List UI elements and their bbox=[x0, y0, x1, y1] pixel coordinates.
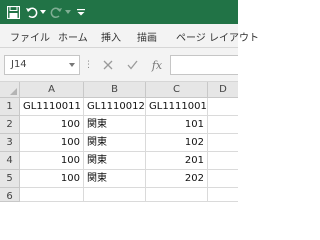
cell-b5[interactable]: 関東 bbox=[84, 170, 146, 188]
select-all-button[interactable] bbox=[0, 82, 20, 98]
redo-dropdown-icon bbox=[64, 4, 71, 20]
cell-b1[interactable]: GL1110012 bbox=[84, 98, 146, 116]
ribbon-tabs: ファイル ホーム 挿入 描画 ページ レイアウト bbox=[0, 24, 259, 48]
row-header[interactable]: 1 bbox=[0, 98, 20, 116]
column-header-a[interactable]: A bbox=[20, 82, 84, 98]
enter-checkmark-icon[interactable] bbox=[125, 58, 139, 72]
undo-icon[interactable] bbox=[24, 4, 38, 20]
name-box-value: J14 bbox=[11, 59, 27, 70]
tab-home[interactable]: ホーム bbox=[58, 29, 88, 44]
row-header[interactable]: 5 bbox=[0, 170, 20, 188]
cell-d1[interactable] bbox=[208, 98, 238, 116]
tab-draw[interactable]: 描画 bbox=[137, 29, 157, 44]
cell-a4[interactable]: 100 bbox=[20, 152, 84, 170]
chevron-down-icon[interactable] bbox=[69, 63, 75, 67]
cell-c6[interactable] bbox=[146, 188, 208, 202]
cell-a3[interactable]: 100 bbox=[20, 134, 84, 152]
cell-a6[interactable] bbox=[20, 188, 84, 202]
cell-c4[interactable]: 201 bbox=[146, 152, 208, 170]
row-header[interactable]: 4 bbox=[0, 152, 20, 170]
customize-quick-access-icon[interactable] bbox=[76, 4, 85, 20]
tab-insert[interactable]: 挿入 bbox=[101, 29, 121, 44]
cell-b6[interactable] bbox=[84, 188, 146, 202]
worksheet-grid: A B C D 1 GL1110011 GL1110012 GL1111001 … bbox=[0, 82, 238, 202]
cancel-icon[interactable] bbox=[101, 58, 115, 72]
cell-c2[interactable]: 101 bbox=[146, 116, 208, 134]
select-all-triangle-icon bbox=[10, 88, 17, 95]
row-header[interactable]: 2 bbox=[0, 116, 20, 134]
cell-c1[interactable]: GL1111001 bbox=[146, 98, 208, 116]
name-box[interactable]: J14 bbox=[4, 55, 80, 75]
cell-b3[interactable]: 関東 bbox=[84, 134, 146, 152]
tab-page-layout[interactable]: ページ レイアウト bbox=[176, 29, 259, 44]
redo-icon bbox=[49, 4, 63, 20]
formula-input[interactable] bbox=[170, 55, 238, 75]
cell-d4[interactable] bbox=[208, 152, 238, 170]
cell-a2[interactable]: 100 bbox=[20, 116, 84, 134]
cell-c5[interactable]: 202 bbox=[146, 170, 208, 188]
cell-b4[interactable]: 関東 bbox=[84, 152, 146, 170]
cell-d6[interactable] bbox=[208, 188, 238, 202]
formula-bar: J14 ⋮ fx bbox=[0, 48, 238, 82]
row-header[interactable]: 6 bbox=[0, 188, 20, 202]
cell-a5[interactable]: 100 bbox=[20, 170, 84, 188]
cell-c3[interactable]: 102 bbox=[146, 134, 208, 152]
cell-a1[interactable]: GL1110011 bbox=[20, 98, 84, 116]
column-header-b[interactable]: B bbox=[84, 82, 146, 98]
column-header-d[interactable]: D bbox=[208, 82, 238, 98]
title-bar bbox=[0, 0, 238, 24]
save-icon[interactable] bbox=[6, 4, 21, 20]
undo-dropdown-icon[interactable] bbox=[39, 4, 46, 20]
cell-b2[interactable]: 関東 bbox=[84, 116, 146, 134]
cell-d3[interactable] bbox=[208, 134, 238, 152]
cell-d5[interactable] bbox=[208, 170, 238, 188]
row-header[interactable]: 3 bbox=[0, 134, 20, 152]
cell-d2[interactable] bbox=[208, 116, 238, 134]
insert-function-icon[interactable]: fx bbox=[150, 58, 164, 72]
tab-file[interactable]: ファイル bbox=[10, 29, 50, 44]
formula-bar-grip-icon[interactable]: ⋮ bbox=[84, 60, 93, 70]
column-header-c[interactable]: C bbox=[146, 82, 208, 98]
